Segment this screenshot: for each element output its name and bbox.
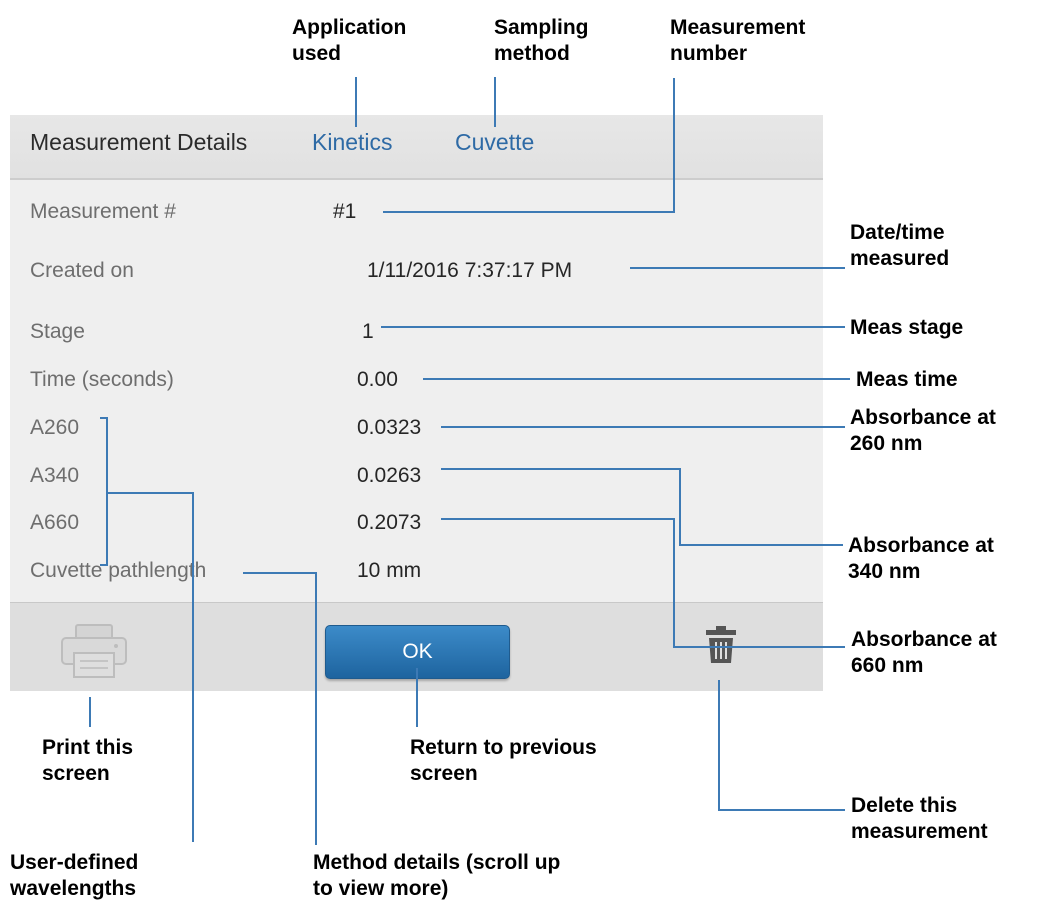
callout-application-used: Application used xyxy=(292,16,407,65)
callout-delete-measurement: Delete this measurement xyxy=(851,794,988,843)
callout-meas-stage: Meas stage xyxy=(850,316,964,339)
leader-delete xyxy=(718,680,845,811)
callout-meas-time: Meas time xyxy=(856,368,958,391)
callout-abs-660: Absorbance at 660 nm xyxy=(851,628,997,677)
leader-abs-340 xyxy=(441,468,843,546)
callout-date-time: Date/time measured xyxy=(850,221,950,270)
leader-user-wavelengths-branch xyxy=(107,492,194,842)
callout-measurement-number: Measurement number xyxy=(670,16,806,65)
leader-method-details xyxy=(243,572,317,845)
callout-return-previous: Return to previous screen xyxy=(410,736,597,785)
callout-method-details: Method details (scroll up to view more) xyxy=(313,851,561,900)
callout-user-wavelengths: User-defined wavelengths xyxy=(10,851,139,900)
callout-abs-260: Absorbance at 260 nm xyxy=(850,406,996,455)
callout-print-screen: Print this screen xyxy=(42,736,134,785)
callout-sampling-method: Sampling method xyxy=(494,16,589,65)
leader-abs-660 xyxy=(441,518,845,648)
leader-measurement-number xyxy=(383,78,675,213)
callout-abs-340: Absorbance at 340 nm xyxy=(848,534,994,583)
leader-user-wavelengths xyxy=(100,417,108,566)
